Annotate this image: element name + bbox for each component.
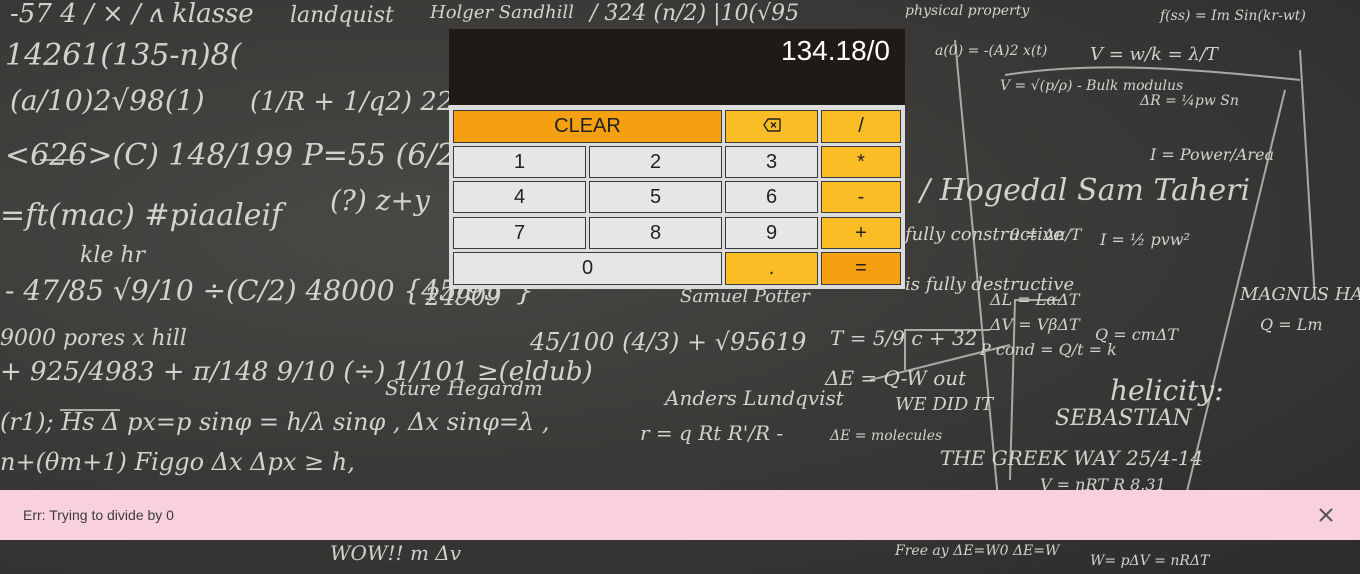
svg-text:Q = Lm: Q = Lm	[1260, 315, 1323, 334]
digit-2-button[interactable]: 2	[589, 146, 722, 178]
svg-text:physical property: physical property	[905, 3, 1030, 19]
digit-8-button[interactable]: 8	[589, 217, 722, 249]
svg-text:/ 324 (n/2) |10(√95: / 324 (n/2) |10(√95	[588, 1, 799, 26]
digit-1-button[interactable]: 1	[453, 146, 586, 178]
digit-6-button[interactable]: 6	[725, 181, 818, 213]
svg-text:I = Power/Area: I = Power/Area	[1149, 145, 1274, 164]
svg-text:9000 pores x hill: 9000 pores x hill	[0, 326, 187, 351]
svg-text:Sture Hegardm: Sture Hegardm	[385, 376, 543, 400]
svg-text:ΔR = ¼pw Sn: ΔR = ¼pw Sn	[1139, 93, 1239, 109]
svg-text:(?) z+y: (?) z+y	[330, 184, 431, 217]
svg-text:helicity:: helicity:	[1110, 374, 1224, 407]
svg-text:45/100 (4/3) + √95619: 45/100 (4/3) + √95619	[529, 328, 806, 356]
error-bar: Err: Trying to divide by 0	[0, 490, 1360, 540]
svg-text:(r1); Hs Δ px=p sinφ =: (r1); Hs Δ px=p sinφ = h/λ sinφ , Δx sin…	[0, 408, 550, 436]
digit-9-button[interactable]: 9	[725, 217, 818, 249]
svg-text:θ = Δπ/T: θ = Δπ/T	[1010, 225, 1083, 244]
svg-text:SEBASTIAN: SEBASTIAN	[1055, 406, 1193, 431]
svg-text:W= pΔV = nRΔT: W= pΔV = nRΔT	[1090, 553, 1211, 569]
svg-text:=ft(mac) #piaaleif: =ft(mac) #piaaleif	[0, 198, 287, 233]
svg-text:Anders Lundqvist: Anders Lundqvist	[663, 386, 845, 410]
svg-text:Free ay ΔE=W0 ΔE=W: Free ay ΔE=W0 ΔE=W	[894, 543, 1061, 559]
svg-text:Samuel Potter: Samuel Potter	[680, 286, 811, 307]
svg-text:-57 4 / × / ʌ klasse: -57 4 / × / ʌ klasse	[10, 0, 254, 29]
svg-text:a(0) = -(A)2 x(t): a(0) = -(A)2 x(t)	[935, 43, 1047, 59]
svg-text:r = q Rt R'/R -: r = q Rt R'/R -	[640, 421, 783, 445]
calculator-display: 134.18/0	[449, 29, 905, 105]
svg-text:WOW!! m Δv: WOW!! m Δv	[330, 541, 462, 565]
clear-button[interactable]: CLEAR	[453, 110, 722, 143]
calculator: 134.18/0 CLEAR / 1 2 3 * 4 5 6 - 7 8 9 +…	[449, 29, 905, 289]
svg-text:P cond = Q/t = k: P cond = Q/t = k	[979, 340, 1117, 359]
backspace-icon	[762, 115, 781, 138]
subtract-button[interactable]: -	[821, 181, 901, 213]
backspace-button[interactable]	[725, 110, 818, 143]
digit-7-button[interactable]: 7	[453, 217, 586, 249]
equals-button[interactable]: =	[821, 252, 901, 285]
svg-text:MAGNUS HA: MAGNUS HA	[1239, 284, 1360, 305]
svg-text:14261(135-n)8(: 14261(135-n)8(	[5, 38, 243, 73]
svg-text:THE GREEK WAY 25/4-14: THE GREEK WAY 25/4-14	[940, 446, 1203, 470]
close-error-button[interactable]	[1314, 503, 1338, 527]
svg-text:landquist: landquist	[290, 3, 394, 28]
svg-text:WE DID IT: WE DID IT	[895, 394, 995, 415]
digit-0-button[interactable]: 0	[453, 252, 722, 285]
svg-text:n+(θm+1) Figgo Δx Δpx: n+(θm+1) Figgo Δx Δpx ≥ h,	[0, 448, 355, 476]
svg-text:V = w/k = λ/T: V = w/k = λ/T	[1090, 44, 1220, 65]
svg-text:ΔE = Q-W out: ΔE = Q-W out	[824, 366, 967, 390]
error-message: Err: Trying to divide by 0	[23, 507, 174, 523]
svg-text:ΔE = molecules: ΔE = molecules	[829, 428, 942, 444]
digit-4-button[interactable]: 4	[453, 181, 586, 213]
divide-button[interactable]: /	[821, 110, 901, 143]
svg-text:f(ss) = Im Sin(kr-wt): f(ss) = Im Sin(kr-wt)	[1159, 8, 1306, 24]
close-icon	[1314, 508, 1338, 531]
multiply-button[interactable]: *	[821, 146, 901, 178]
svg-text:Holger Sandhill: Holger Sandhill	[429, 2, 574, 23]
svg-text:I = ½ pvw²: I = ½ pvw²	[1099, 230, 1190, 249]
svg-text:kle hr: kle hr	[80, 243, 147, 268]
svg-text:ΔV = VβΔT: ΔV = VβΔT	[989, 315, 1081, 334]
digit-3-button[interactable]: 3	[725, 146, 818, 178]
decimal-button[interactable]: .	[725, 252, 818, 285]
svg-text:V = √(p/ρ) - Bulk modulus: V = √(p/ρ) - Bulk modulus	[1000, 78, 1183, 94]
svg-text:(a/10)2√98(1): (a/10)2√98(1)	[10, 84, 205, 117]
add-button[interactable]: +	[821, 217, 901, 249]
digit-5-button[interactable]: 5	[589, 181, 722, 213]
